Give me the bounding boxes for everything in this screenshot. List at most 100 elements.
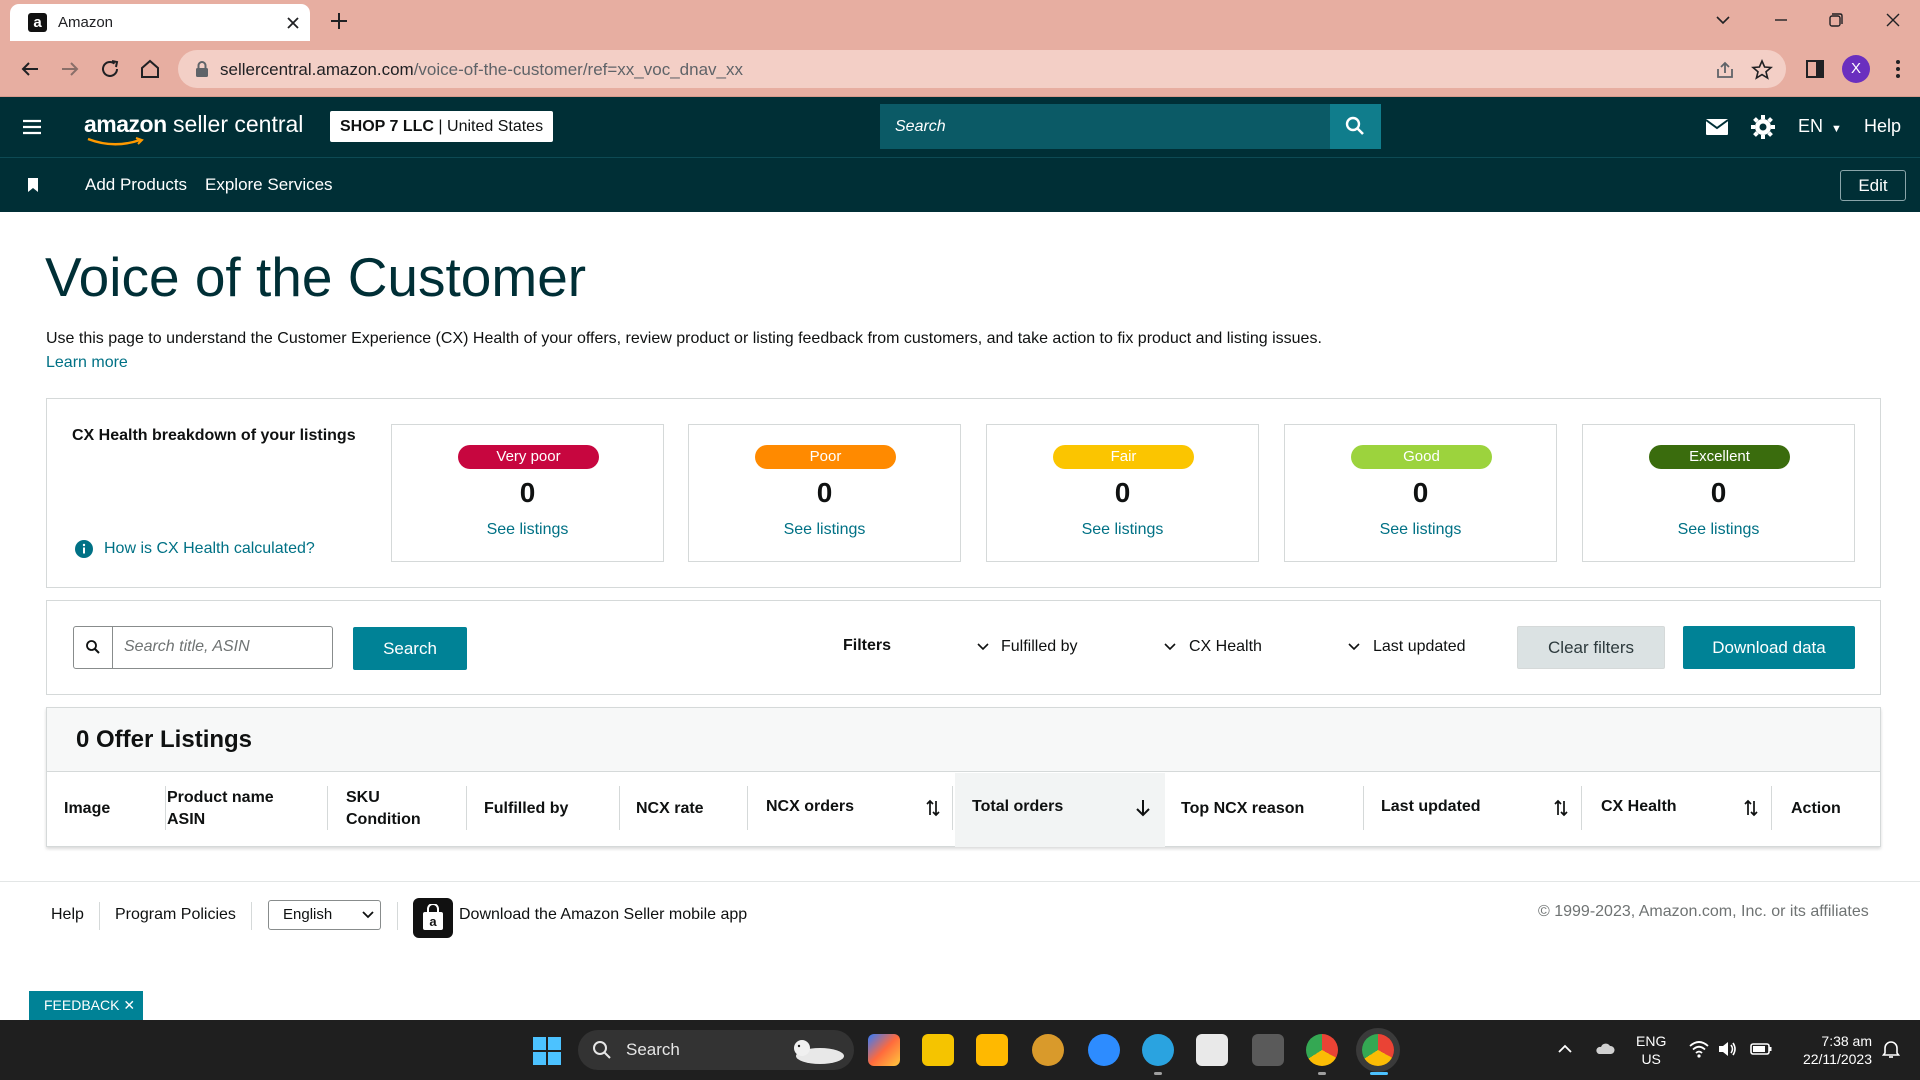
windows-start-icon[interactable] (532, 1036, 562, 1066)
fulfilled-by-dropdown[interactable]: Fulfilled by (1001, 638, 1077, 656)
calculator-app-icon[interactable] (1252, 1034, 1284, 1066)
see-listings-very-poor-link[interactable]: See listings (392, 521, 663, 539)
close-tab-icon[interactable] (282, 12, 304, 34)
listing-search-icon-box (74, 627, 113, 668)
bookmark-icon[interactable] (27, 177, 39, 193)
zoom-app-icon[interactable] (1088, 1034, 1120, 1066)
mail-icon[interactable] (1703, 113, 1731, 141)
new-tab-icon[interactable] (326, 8, 352, 34)
telegram-app-icon[interactable] (1142, 1034, 1174, 1066)
more-menu-icon[interactable] (1884, 55, 1912, 83)
filters-label: Filters (843, 637, 892, 654)
address-bar[interactable]: sellercentral.amazon.com/voice-of-the-cu… (178, 50, 1786, 88)
battery-icon[interactable] (1750, 1038, 1772, 1060)
feedback-button[interactable]: FEEDBACK ✕ (29, 991, 143, 1020)
global-search-button[interactable] (1330, 104, 1381, 149)
listing-search-input[interactable]: Search title, ASIN (124, 638, 250, 656)
col-cx-health[interactable]: CX Health (1601, 796, 1677, 818)
input-language-indicator[interactable]: ENG US (1636, 1032, 1666, 1068)
see-listings-excellent-link[interactable]: See listings (1583, 521, 1854, 539)
sort-updown-icon[interactable] (925, 798, 941, 818)
settings-gear-icon[interactable] (1749, 113, 1777, 141)
chrome-profile-app-icon[interactable] (1362, 1034, 1394, 1066)
language-selector[interactable]: EN ▼ (1798, 116, 1842, 137)
lock-icon[interactable] (194, 60, 210, 78)
minimize-icon[interactable] (1766, 6, 1796, 34)
snipping-tool-app-icon[interactable] (1196, 1034, 1228, 1066)
column-divider (1363, 786, 1364, 830)
file-explorer-app-icon[interactable] (976, 1034, 1008, 1066)
windows-taskbar: Search ENG US 7:38 am 22/11/2023 (0, 1020, 1920, 1080)
cx-health-info-link[interactable]: How is CX Health calculated? (104, 540, 315, 558)
back-arrow-icon[interactable] (16, 55, 44, 83)
restore-icon[interactable] (1820, 6, 1850, 34)
col-fulfilled-by-label: Fulfilled by (484, 800, 569, 817)
see-listings-good-link[interactable]: See listings (1285, 521, 1556, 539)
tab-search-chevron-icon[interactable] (1708, 6, 1738, 34)
col-top-ncx-reason-label: Top NCX reason (1181, 800, 1305, 817)
explore-services-link[interactable]: Explore Services (205, 175, 333, 195)
footer-divider (0, 881, 1920, 882)
last-updated-dropdown[interactable]: Last updated (1373, 638, 1466, 656)
program-policies-link[interactable]: Program Policies (115, 906, 236, 924)
chevron-up-icon[interactable] (1554, 1038, 1576, 1060)
download-data-button[interactable]: Download data (1683, 626, 1855, 669)
shopping-bag-icon: a (423, 904, 443, 930)
amazon-seller-app-icon[interactable]: a (413, 898, 453, 938)
add-products-link[interactable]: Add Products (85, 175, 187, 195)
clear-filters-button[interactable]: Clear filters (1517, 626, 1665, 669)
footer-help-link[interactable]: Help (51, 906, 84, 924)
account-switcher[interactable]: SHOP 7 LLC | United States (330, 111, 554, 142)
hamburger-menu-icon[interactable] (20, 115, 46, 139)
column-divider (1581, 786, 1582, 830)
column-divider (1771, 786, 1772, 830)
cx-health-dropdown[interactable]: CX Health (1189, 638, 1262, 656)
account-name: SHOP 7 LLC (340, 118, 434, 135)
col-sku-label: SKU (346, 789, 380, 806)
side-panel-icon[interactable] (1801, 55, 1829, 83)
home-icon[interactable] (136, 55, 164, 83)
see-listings-fair-link[interactable]: See listings (987, 521, 1258, 539)
chrome-app-icon[interactable] (1306, 1034, 1338, 1066)
column-divider (327, 786, 328, 830)
sticky-notes-app-icon[interactable] (922, 1034, 954, 1066)
character-app-icon[interactable] (1032, 1034, 1064, 1066)
col-total-orders[interactable]: Total orders (972, 796, 1063, 818)
notification-bell-icon[interactable] (1880, 1038, 1902, 1060)
download-seller-app-link[interactable]: Download the Amazon Seller mobile app (459, 906, 747, 924)
listing-search-button[interactable]: Search (353, 627, 467, 670)
sort-down-arrow-icon[interactable] (1135, 798, 1151, 818)
cx-health-panel: CX Health breakdown of your listings How… (46, 398, 1881, 588)
see-listings-poor-link[interactable]: See listings (689, 521, 960, 539)
col-ncx-orders[interactable]: NCX orders (766, 796, 854, 818)
copilot-app-icon[interactable] (868, 1034, 900, 1066)
global-search-input[interactable]: Search (880, 104, 1330, 149)
wifi-icon[interactable] (1688, 1038, 1710, 1060)
listing-search-field[interactable]: Search title, ASIN (73, 626, 333, 669)
url-path: /voice-of-the-customer/ref=xx_voc_dnav_x… (413, 60, 743, 79)
close-window-icon[interactable] (1878, 6, 1908, 34)
url-host: sellercentral.amazon.com (220, 60, 414, 79)
global-search: Search (880, 104, 1381, 149)
cx-count-fair: 0 (1114, 477, 1131, 508)
sort-updown-icon[interactable] (1553, 798, 1569, 818)
share-icon[interactable] (1714, 59, 1736, 81)
sort-updown-icon[interactable] (1743, 798, 1759, 818)
col-last-updated[interactable]: Last updated (1381, 796, 1481, 818)
onedrive-cloud-icon[interactable] (1594, 1038, 1616, 1060)
help-link[interactable]: Help (1864, 116, 1901, 137)
browser-tab[interactable]: a Amazon (10, 4, 310, 41)
column-divider (747, 786, 748, 830)
volume-icon[interactable] (1716, 1038, 1738, 1060)
cx-badge-poor: Poor (755, 445, 896, 469)
taskbar-clock[interactable]: 7:38 am 22/11/2023 (1788, 1032, 1872, 1068)
col-ncx-rate-label: NCX rate (636, 800, 704, 817)
bookmark-star-icon[interactable] (1751, 59, 1773, 81)
profile-avatar[interactable]: X (1842, 55, 1870, 83)
edit-bookmarks-button[interactable]: Edit (1840, 170, 1906, 201)
taskbar-search[interactable]: Search (578, 1030, 854, 1070)
forward-arrow-icon[interactable] (56, 55, 84, 83)
reload-icon[interactable] (96, 55, 124, 83)
learn-more-link[interactable]: Learn more (46, 354, 128, 372)
brand-logo[interactable]: amazon seller central (84, 111, 303, 138)
